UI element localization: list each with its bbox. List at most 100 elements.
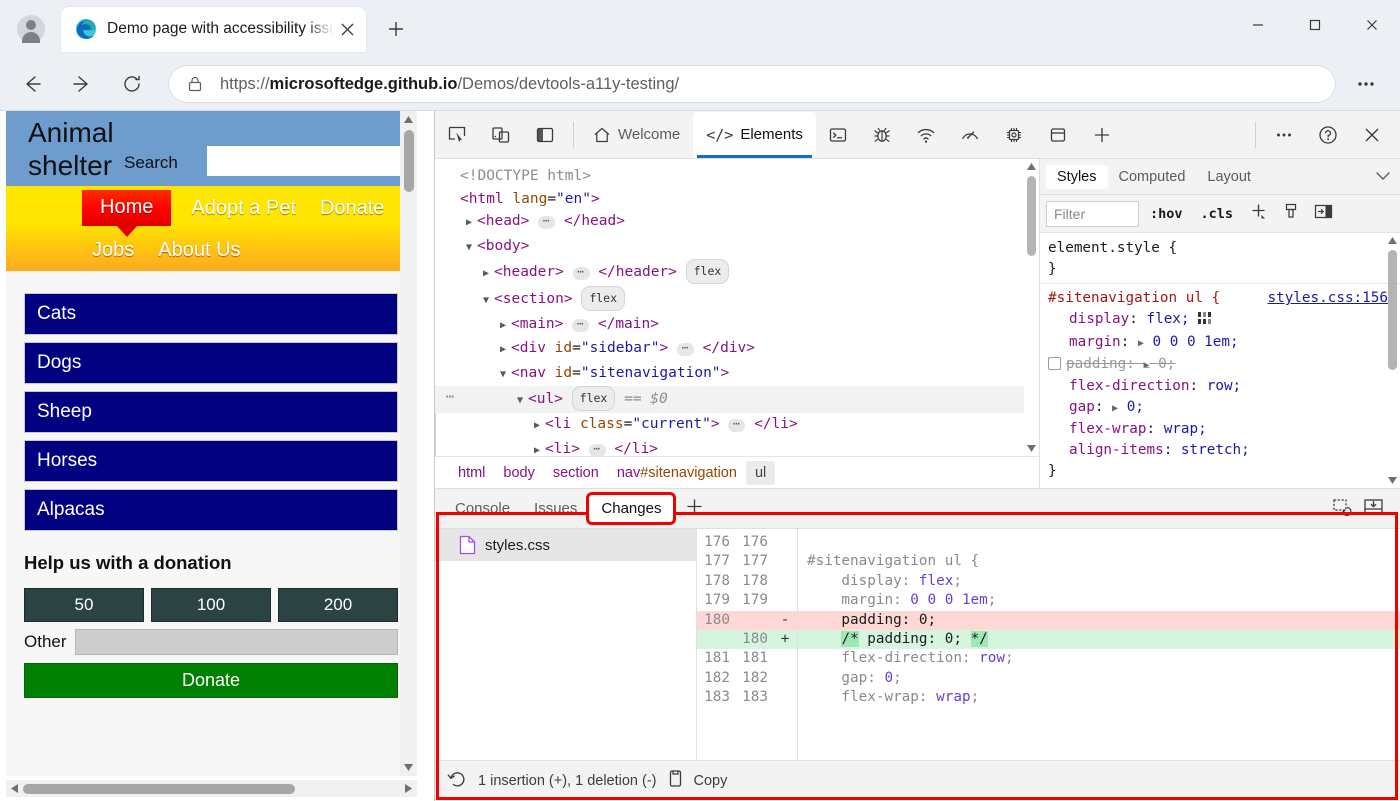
dock-bottom-icon[interactable]: [1363, 497, 1384, 521]
css-value[interactable]: 0 0 0 1em;: [1153, 334, 1239, 350]
tab-elements[interactable]: </> Elements: [693, 111, 816, 158]
scroll-up-icon[interactable]: [1388, 233, 1397, 248]
disclosure-triangle-icon[interactable]: ▼: [500, 364, 511, 387]
toggle-sidebar-icon[interactable]: [1309, 203, 1338, 225]
css-property[interactable]: display: [1069, 311, 1129, 327]
tab-console[interactable]: Console: [443, 495, 522, 522]
revert-icon[interactable]: [447, 769, 468, 794]
flexbox-editor-icon[interactable]: [1198, 311, 1212, 332]
file-list-item[interactable]: styles.css: [435, 529, 696, 561]
css-value[interactable]: 0;: [1127, 399, 1144, 415]
copy-button-label[interactable]: Copy: [694, 773, 728, 789]
memory-icon[interactable]: [994, 115, 1034, 155]
disclosure-triangle-icon[interactable]: ▼: [517, 390, 528, 413]
dom-tree-pane[interactable]: <!DOCTYPE html> <html lang="en"> ▶ <head> ⋯…: [435, 159, 1039, 456]
css-value[interactable]: stretch;: [1181, 442, 1250, 458]
nav-item-home[interactable]: Home: [82, 190, 172, 226]
nav-item-about-us[interactable]: About Us: [158, 239, 240, 262]
breadcrumb-item-body[interactable]: body: [494, 461, 543, 485]
css-rule[interactable]: #sitenavigation ul {styles.css:156 displa…: [1048, 288, 1400, 482]
scrollbar-thumb[interactable]: [1027, 176, 1036, 256]
scroll-down-icon[interactable]: [400, 759, 417, 776]
scroll-up-icon[interactable]: [400, 111, 417, 128]
list-item[interactable]: Horses: [24, 440, 398, 482]
css-property[interactable]: align-items: [1069, 442, 1164, 458]
donate-button[interactable]: Donate: [24, 663, 398, 698]
close-icon[interactable]: [334, 16, 360, 42]
declaration-checkbox[interactable]: [1048, 357, 1061, 370]
style-source-link[interactable]: styles.css:156: [1267, 288, 1388, 309]
css-declaration[interactable]: align-items: stretch;: [1048, 440, 1400, 461]
breadcrumb-item-nav-sitenavigation[interactable]: nav#sitenavigation: [608, 461, 746, 485]
breadcrumb-item-ul[interactable]: ul: [745, 460, 776, 485]
cls-button[interactable]: .cls: [1194, 203, 1241, 225]
disclosure-triangle-icon[interactable]: ▼: [466, 237, 477, 260]
application-icon[interactable]: [1038, 115, 1078, 155]
new-tab-button[interactable]: [378, 11, 414, 47]
profile-button[interactable]: [10, 8, 52, 50]
tab-computed[interactable]: Computed: [1108, 165, 1197, 189]
dom-node-line[interactable]: ▼ <section> flex: [435, 285, 1039, 313]
css-property[interactable]: flex-direction: [1069, 378, 1190, 394]
dom-node-line[interactable]: ▶ <div id="sidebar"> ⋯ </div>: [435, 337, 1039, 362]
css-value[interactable]: row;: [1207, 378, 1241, 394]
css-declaration[interactable]: flex-direction: row;: [1048, 376, 1400, 397]
breadcrumb-item-section[interactable]: section: [544, 461, 608, 485]
search-input[interactable]: [207, 146, 416, 176]
disclosure-triangle-icon[interactable]: ▶: [534, 415, 545, 438]
dom-tree[interactable]: <!DOCTYPE html> <html lang="en"> ▶ <head> ⋯…: [435, 159, 1039, 456]
dom-node-line[interactable]: <!DOCTYPE html>: [435, 165, 1039, 188]
scroll-down-icon[interactable]: [1388, 473, 1397, 488]
restore-drawer-icon[interactable]: [1332, 497, 1353, 521]
copy-icon[interactable]: [667, 769, 684, 793]
tab-layout[interactable]: Layout: [1196, 165, 1262, 189]
dom-node-line[interactable]: <html lang="en">: [435, 188, 1039, 211]
expand-shorthand-icon[interactable]: ▶: [1112, 403, 1118, 414]
sources-debug-icon[interactable]: [862, 115, 902, 155]
device-emulation-icon[interactable]: [481, 115, 521, 155]
css-value[interactable]: 0;: [1158, 356, 1175, 372]
breadcrumb[interactable]: html body section nav#sitenavigation ul: [435, 456, 1039, 488]
list-item[interactable]: Alpacas: [24, 489, 398, 531]
css-property[interactable]: flex-wrap: [1069, 421, 1146, 437]
minimize-button[interactable]: [1229, 0, 1286, 50]
inspect-element-icon[interactable]: [437, 115, 477, 155]
css-value[interactable]: flex;: [1146, 311, 1189, 327]
css-declaration[interactable]: gap: ▶ 0;: [1048, 397, 1400, 419]
scrollbar-thumb[interactable]: [1388, 250, 1397, 370]
css-declaration[interactable]: padding: ▶ 0;: [1048, 354, 1400, 376]
console-icon[interactable]: [818, 115, 858, 155]
other-amount-input[interactable]: [74, 629, 398, 655]
scroll-left-icon[interactable]: [6, 780, 23, 797]
network-icon[interactable]: [906, 115, 946, 155]
dom-node-line[interactable]: ⋯ ▼ <ul> flex == $0: [435, 386, 1039, 413]
forward-button[interactable]: [64, 66, 100, 102]
scroll-down-icon[interactable]: [1027, 441, 1036, 456]
css-selector[interactable]: #sitenavigation ul {: [1048, 290, 1220, 306]
disclosure-triangle-icon[interactable]: ▶: [466, 212, 477, 235]
performance-icon[interactable]: [950, 115, 990, 155]
dom-node-line[interactable]: ▼ <body>: [435, 235, 1039, 260]
amount-button-200[interactable]: 200: [278, 588, 398, 622]
scroll-up-icon[interactable]: [1027, 159, 1036, 174]
css-property[interactable]: padding: [1066, 356, 1126, 372]
disclosure-triangle-icon[interactable]: ▶: [500, 315, 511, 338]
page-vertical-scrollbar[interactable]: [400, 111, 417, 776]
page-horizontal-scrollbar[interactable]: [6, 780, 417, 797]
nav-item-jobs[interactable]: Jobs: [92, 239, 134, 262]
scrollbar-thumb[interactable]: [23, 783, 295, 794]
hov-button[interactable]: :hov: [1143, 203, 1190, 225]
close-window-button[interactable]: [1343, 0, 1400, 50]
css-declaration[interactable]: margin: ▶ 0 0 0 1em;: [1048, 332, 1400, 354]
element-style-rule[interactable]: element.style {}: [1048, 238, 1400, 280]
scrollbar-thumb[interactable]: [403, 130, 414, 192]
dom-node-line[interactable]: ▶ <li> ⋯ </li>: [435, 438, 1039, 456]
amount-button-100[interactable]: 100: [151, 588, 271, 622]
css-property[interactable]: gap: [1069, 399, 1095, 415]
list-item[interactable]: Cats: [24, 293, 398, 335]
css-declaration[interactable]: display: flex;: [1048, 309, 1400, 332]
styles-rules[interactable]: element.style {} #sitenavigation ul { styl…: [1040, 233, 1400, 488]
dom-node-line[interactable]: ▶ <header> ⋯ </header> flex: [435, 259, 1039, 286]
maximize-button[interactable]: [1286, 0, 1343, 50]
dom-node-line[interactable]: ▶ <head> ⋯ </head>: [435, 210, 1039, 235]
